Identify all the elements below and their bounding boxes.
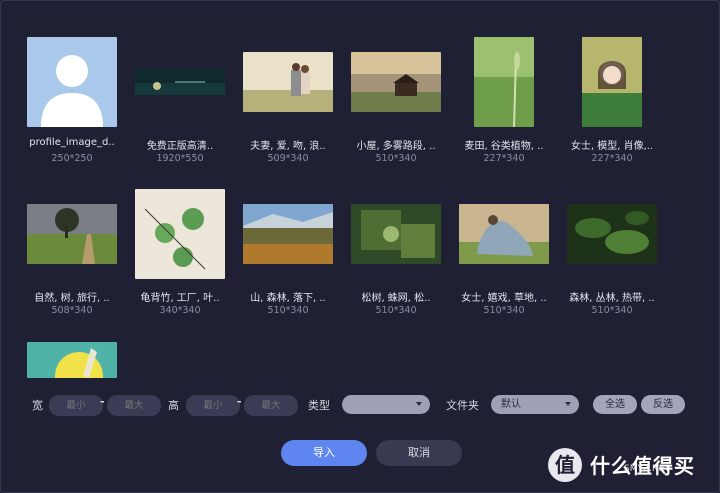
range-dash: - <box>100 395 105 408</box>
filter-bar: 宽 - 高 - 类型 文件夹 默认 全选 反选 <box>0 394 720 416</box>
invert-selection-button[interactable]: 反选 <box>641 395 685 414</box>
chevron-down-icon <box>565 402 571 406</box>
image-name: 免费正版高清.. <box>146 141 214 152</box>
image-size: 340*340 <box>159 305 201 316</box>
image-name: 山, 森林, 落下, .. <box>250 293 326 304</box>
nature-tree-road-thumbnail <box>27 204 117 264</box>
height-label: 高 <box>168 399 179 412</box>
image-name: 女士, 嬉戏, 草地, .. <box>461 293 547 304</box>
monstera-plant-thumbnail <box>135 189 225 279</box>
image-item[interactable]: 夫妻, 爱, 吻, 浪.. 509*340 <box>234 36 342 186</box>
image-size: 508*340 <box>51 305 93 316</box>
image-item[interactable] <box>18 342 126 378</box>
woman-meadow-thumbnail <box>459 204 549 264</box>
width-max-input[interactable] <box>107 395 161 416</box>
image-item[interactable]: 松树, 蛛网, 松.. 510*340 <box>342 188 450 338</box>
image-size: 1920*550 <box>156 153 204 164</box>
image-name: 森林, 丛林, 热带, .. <box>569 293 655 304</box>
woman-portrait-thumbnail <box>582 37 642 127</box>
wheat-field-thumbnail <box>474 37 534 127</box>
image-item[interactable]: 自然, 树, 旅行, .. 508*340 <box>18 188 126 338</box>
jungle-thumbnail <box>567 204 657 264</box>
width-min-input[interactable] <box>49 395 103 416</box>
select-all-button[interactable]: 全选 <box>593 395 637 414</box>
watermark-subtext: SMYZ.NET <box>624 464 670 474</box>
image-size: 510*340 <box>483 305 525 316</box>
image-item[interactable]: 山, 森林, 落下, .. 510*340 <box>234 188 342 338</box>
image-item[interactable]: 龟背竹, 工厂, 叶.. 340*340 <box>126 188 234 338</box>
folder-select[interactable]: 默认 <box>491 395 579 414</box>
image-size: 510*340 <box>375 153 417 164</box>
image-size: 227*340 <box>483 153 525 164</box>
image-size: 250*250 <box>51 153 93 164</box>
night-city-thumbnail <box>135 69 225 95</box>
chevron-down-icon <box>416 402 422 406</box>
image-size: 510*340 <box>267 305 309 316</box>
range-dash: - <box>237 395 242 408</box>
image-size: 510*340 <box>591 305 633 316</box>
image-name: 麦田, 谷类植物, .. <box>464 141 544 152</box>
avatar-placeholder-thumbnail <box>27 37 117 127</box>
folder-label: 文件夹 <box>446 399 479 412</box>
pine-web-thumbnail <box>351 204 441 264</box>
image-item[interactable]: profile_image_d.. 250*250 <box>18 36 126 186</box>
image-size: 510*340 <box>375 305 417 316</box>
type-label: 类型 <box>308 399 330 412</box>
image-grid: profile_image_d.. 250*250 免费正版高清.. 1920*… <box>0 0 720 380</box>
couple-kiss-thumbnail <box>243 52 333 112</box>
image-item[interactable]: 小屋, 多雾路段, .. 510*340 <box>342 36 450 186</box>
illustration-thumbnail <box>27 342 117 378</box>
type-select[interactable] <box>342 395 430 414</box>
image-item[interactable]: 森林, 丛林, 热带, .. 510*340 <box>558 188 666 338</box>
image-item[interactable]: 麦田, 谷类植物, .. 227*340 <box>450 36 558 186</box>
height-max-input[interactable] <box>244 395 298 416</box>
image-name: profile_image_d.. <box>29 137 115 148</box>
image-name: 女士, 模型, 肖像,.. <box>570 141 654 152</box>
image-name: 小屋, 多雾路段, .. <box>356 141 436 152</box>
image-item[interactable]: 女士, 嬉戏, 草地, .. 510*340 <box>450 188 558 338</box>
watermark: 值 什么值得买 SMYZ.NET <box>548 446 718 486</box>
image-size: 509*340 <box>267 153 309 164</box>
image-size: 227*340 <box>591 153 633 164</box>
import-button[interactable]: 导入 <box>281 440 367 466</box>
image-name: 夫妻, 爱, 吻, 浪.. <box>250 141 326 152</box>
folder-select-value: 默认 <box>501 399 521 410</box>
image-name: 龟背竹, 工厂, 叶.. <box>140 293 220 304</box>
watermark-logo-icon: 值 <box>548 448 582 482</box>
height-min-input[interactable] <box>186 395 240 416</box>
cancel-button[interactable]: 取消 <box>376 440 462 466</box>
image-item[interactable]: 女士, 模型, 肖像,.. 227*340 <box>558 36 666 186</box>
image-item[interactable]: 免费正版高清.. 1920*550 <box>126 36 234 186</box>
image-name: 自然, 树, 旅行, .. <box>34 293 110 304</box>
image-name: 松树, 蛛网, 松.. <box>361 293 431 304</box>
mountain-forest-thumbnail <box>243 204 333 264</box>
foggy-cabin-thumbnail <box>351 52 441 112</box>
width-label: 宽 <box>32 399 43 412</box>
